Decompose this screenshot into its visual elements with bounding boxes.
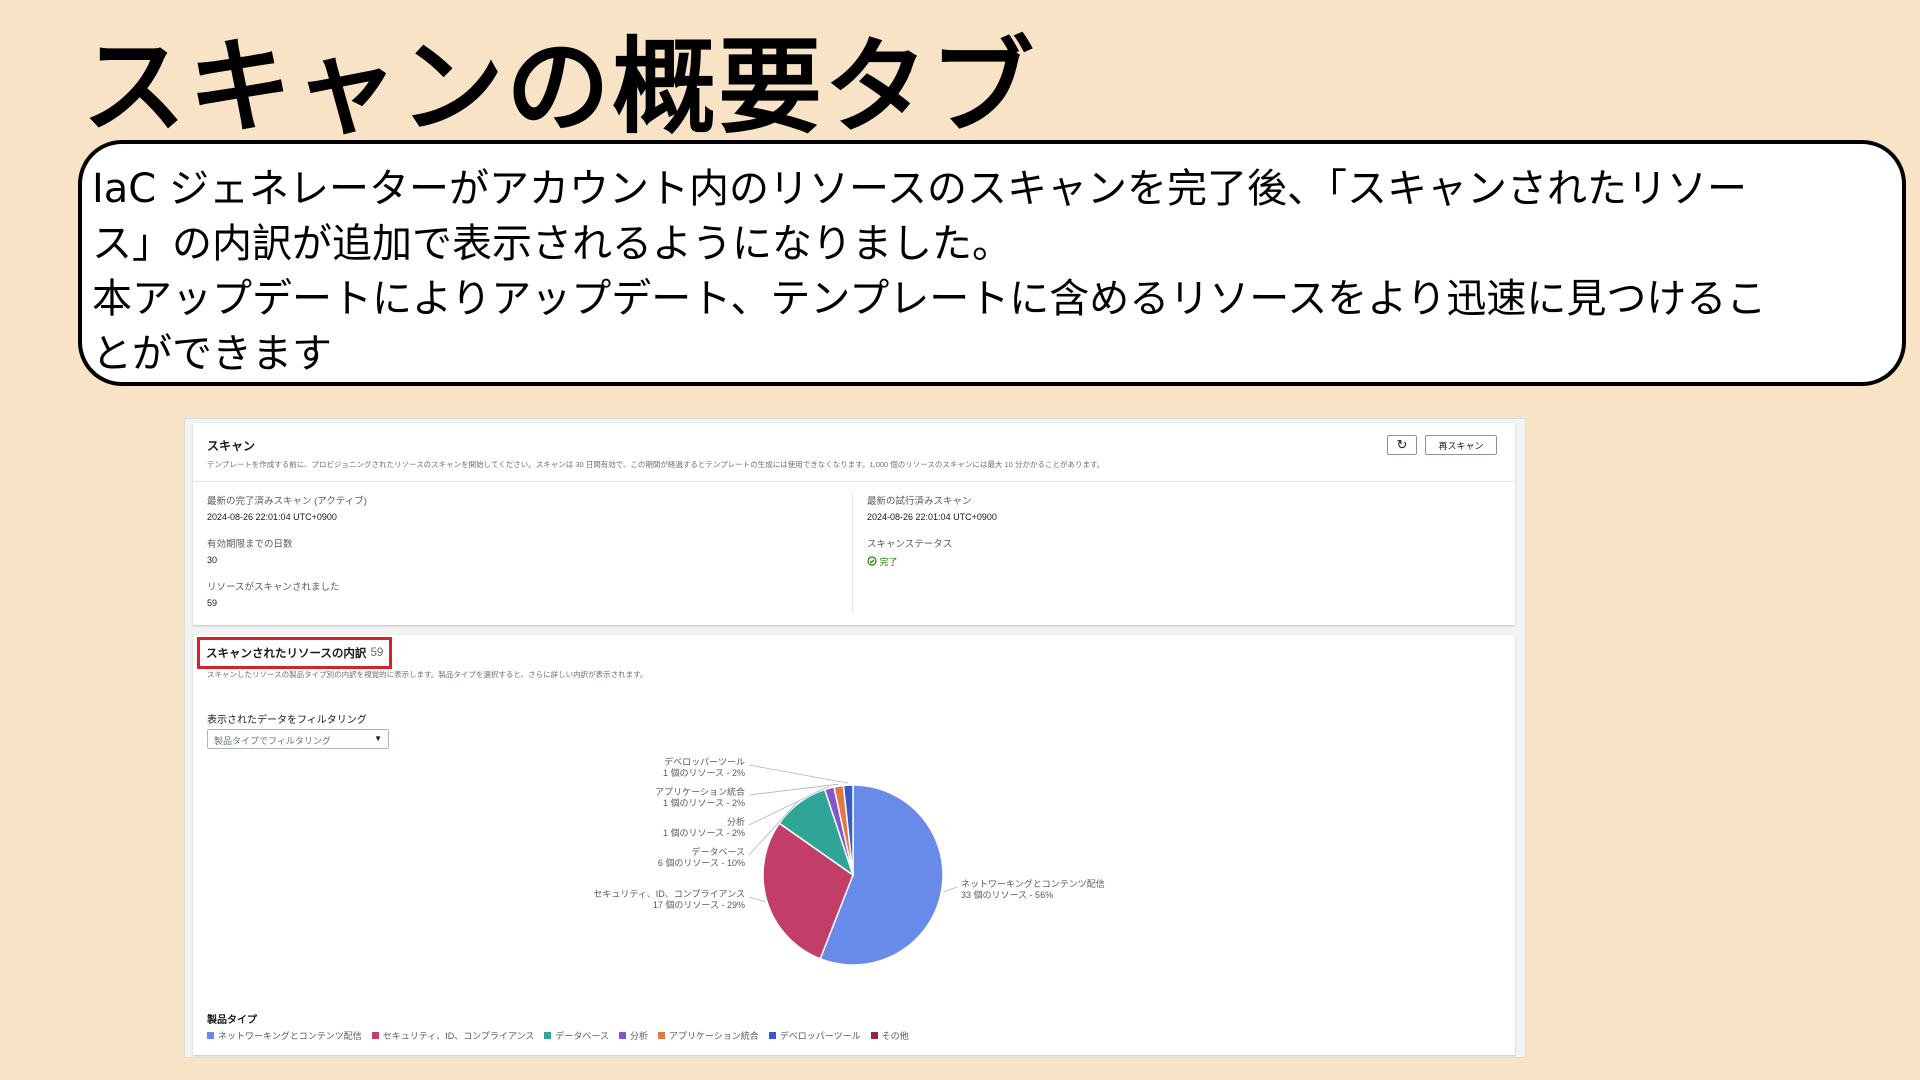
- legend-item[interactable]: データベース: [544, 1029, 609, 1042]
- legend-item[interactable]: デベロッパーツール: [768, 1029, 861, 1042]
- pie-label: セキュリティ、ID、コンプライアンス: [593, 889, 745, 899]
- pie-label: デベロッパーツール: [664, 756, 745, 767]
- legend-label: デベロッパーツール: [779, 1031, 861, 1041]
- legend-item[interactable]: アプリケーション統合: [657, 1029, 759, 1042]
- resources-scanned: リソースがスキャンされました 59: [207, 579, 340, 608]
- pie-value-label: 1 個のリソース - 2%: [663, 767, 745, 778]
- legend-item[interactable]: その他: [870, 1029, 909, 1042]
- days-label: 有効期限までの日数: [207, 539, 293, 550]
- console-screenshot: スキャン テンプレートを作成する前に、プロビジョニングされたリソースのスキャンを…: [184, 418, 1526, 1058]
- scan-title: スキャン: [207, 439, 256, 453]
- pie-label: アプリケーション統合: [655, 786, 745, 797]
- rescan-button[interactable]: 再スキャン: [1425, 435, 1497, 455]
- description-callout: IaC ジェネレーターがアカウント内のリソースのスキャンを完了後、「スキャンされ…: [78, 140, 1906, 386]
- pie-value-label: 1 個のリソース - 2%: [663, 827, 745, 838]
- legend-swatch: [870, 1032, 878, 1039]
- legend-swatch: [544, 1032, 552, 1039]
- refresh-icon: ↻: [1396, 437, 1408, 452]
- legend-label: データベース: [555, 1031, 609, 1041]
- status-label: スキャンステータス: [867, 539, 953, 550]
- legend-label: アプリケーション統合: [668, 1031, 759, 1041]
- latest-attempt-value: 2024-08-26 22:01:04 UTC+0900: [867, 512, 997, 522]
- callout-line: ス」の内訳が追加で表示されるようになりました。: [92, 221, 1012, 267]
- pie-value-label: 6 個のリソース - 10%: [658, 857, 745, 868]
- legend-swatch: [371, 1032, 379, 1039]
- scan-panel: スキャン テンプレートを作成する前に、プロビジョニングされたリソースのスキャンを…: [193, 423, 1515, 625]
- pie-chart: ネットワーキングとコンテンツ配信33 個のリソース - 56% セキュリティ、ID…: [593, 756, 1105, 966]
- resources-label: リソースがスキャンされました: [207, 582, 340, 593]
- slide-title: スキャンの概要タブ: [82, 26, 1037, 148]
- latest-completed-label: 最新の完了済みスキャン (アクティブ): [207, 496, 367, 507]
- callout-line: 本アップデートによりアップデート、テンプレートに含めるリソースをより迅速に見つけ…: [92, 276, 1767, 322]
- scan-status: スキャンステータス 完了: [867, 536, 952, 568]
- pie-label: ネットワーキングとコンテンツ配信: [961, 878, 1105, 889]
- breakdown-panel: スキャンされたリソースの内訳 59 スキャンしたリソースの製品タイプ別の内訳を視…: [193, 635, 1515, 1055]
- pie-leader-line: [748, 764, 849, 784]
- latest-attempted-scan: 最新の試行済みスキャン 2024-08-26 22:01:04 UTC+0900: [867, 493, 997, 522]
- chart-legend: ネットワーキングとコンテンツ配信 セキュリティ、ID、コンプライアンス データベース…: [207, 1029, 909, 1042]
- divider: [193, 481, 1515, 482]
- pie-value-label: 1 個のリソース - 2%: [663, 797, 745, 808]
- days-value: 30: [207, 555, 218, 565]
- callout-line: とができます: [92, 331, 332, 377]
- days-until-expiry: 有効期限までの日数 30: [207, 536, 293, 565]
- check-circle-icon: [867, 556, 877, 566]
- pie-value-label: 33 個のリソース - 56%: [961, 889, 1053, 900]
- legend-swatch: [657, 1032, 665, 1039]
- pie-label: データベース: [691, 846, 745, 857]
- refresh-button[interactable]: ↻: [1387, 435, 1417, 455]
- legend-swatch: [207, 1032, 214, 1039]
- pie-label: 分析: [727, 816, 745, 827]
- status-value-row: 完了: [867, 555, 952, 568]
- legend-item[interactable]: ネットワーキングとコンテンツ配信: [207, 1029, 362, 1042]
- legend-item[interactable]: セキュリティ、ID、コンプライアンス: [371, 1029, 535, 1042]
- legend-swatch: [618, 1032, 626, 1039]
- legend-label: セキュリティ、ID、コンプライアンス: [382, 1031, 535, 1041]
- scan-description: テンプレートを作成する前に、プロビジョニングされたリソースのスキャンを開始してく…: [207, 460, 1105, 469]
- pie-leader-line: [748, 896, 766, 902]
- pie-leader-line: [943, 886, 958, 893]
- resources-value: 59: [207, 598, 218, 608]
- column-divider: [852, 493, 853, 613]
- legend-label: 分析: [629, 1031, 648, 1041]
- legend-title: 製品タイプ: [207, 1015, 257, 1026]
- legend-item[interactable]: 分析: [618, 1029, 648, 1042]
- latest-completed-scan: 最新の完了済みスキャン (アクティブ) 2024-08-26 22:01:04 …: [207, 493, 367, 522]
- latest-attempt-label: 最新の試行済みスキャン: [867, 496, 972, 507]
- legend-label: その他: [881, 1031, 909, 1041]
- legend-swatch: [768, 1032, 776, 1039]
- legend-label: ネットワーキングとコンテンツ配信: [218, 1031, 362, 1041]
- latest-completed-value: 2024-08-26 22:01:04 UTC+0900: [207, 512, 337, 522]
- status-value: 完了: [879, 557, 898, 567]
- pie-value-label: 17 個のリソース - 29%: [653, 899, 745, 910]
- callout-line: IaC ジェネレーターがアカウント内のリソースのスキャンを完了後、「スキャンされ…: [92, 166, 1747, 212]
